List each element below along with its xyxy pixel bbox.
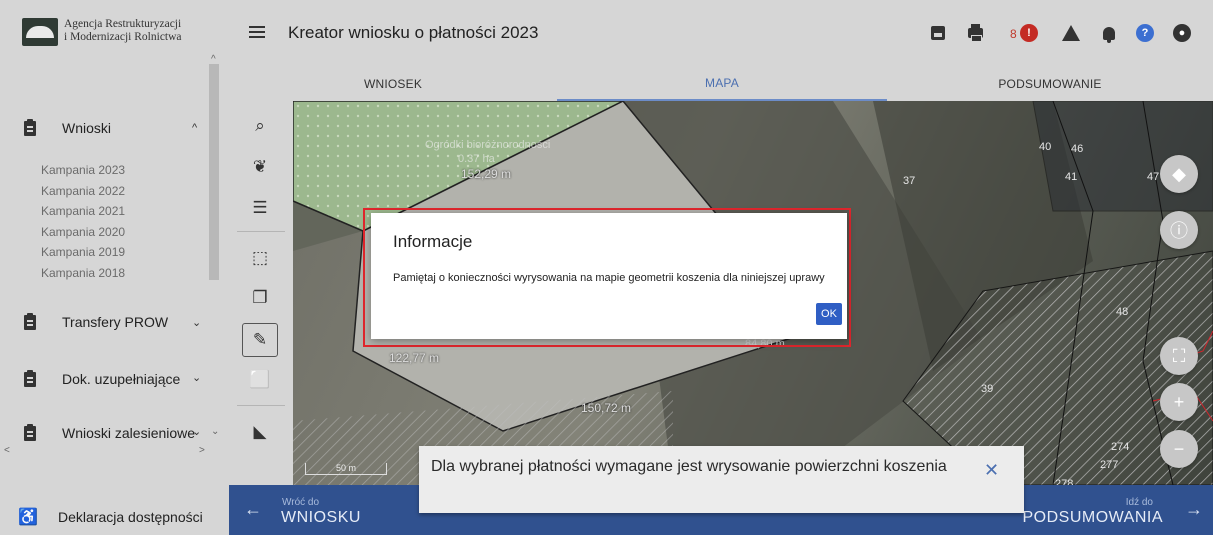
layers-icon[interactable]: ◆	[1160, 155, 1198, 193]
chevron-down-icon[interactable]: ⌄	[192, 371, 201, 384]
tab-mapa[interactable]: MAPA	[557, 67, 887, 101]
crop-icon[interactable]: ❦	[242, 150, 278, 184]
error-count[interactable]: 8	[1010, 27, 1017, 41]
campaign-item[interactable]: Kampania 2023	[41, 160, 125, 181]
sidebar: Agencja Restrukturyzacji i Modernizacji …	[0, 0, 229, 535]
search-icon[interactable]: ⌕	[242, 109, 278, 143]
next-to-podsumowanie-button[interactable]: PODSUMOWANIA	[1022, 509, 1163, 527]
tab-bar: WNIOSEK MAPA PODSUMOWANIE	[229, 67, 1213, 101]
org-name: Agencja Restrukturyzacji i Modernizacji …	[64, 18, 182, 43]
scrollbar-thumb[interactable]	[209, 64, 219, 280]
help-icon[interactable]: ?	[1136, 24, 1154, 42]
select-area-icon[interactable]: ⬚	[242, 241, 278, 275]
zoom-in-icon[interactable]: +	[1160, 383, 1198, 421]
draw-pencil-icon[interactable]: ✎	[242, 323, 278, 357]
copy-shape-icon[interactable]: ❐	[242, 281, 278, 315]
save-icon[interactable]	[929, 24, 947, 42]
segment-length: 122,77 m	[389, 351, 440, 365]
field-label: Ogródki bioróżnorodności	[425, 139, 551, 151]
sidebar-item-zalesieniowe[interactable]: Wnioski zalesieniowe	[24, 423, 195, 441]
map-scale-bar: 50 m	[305, 463, 387, 475]
info-icon[interactable]: ⓘ	[1160, 211, 1198, 249]
chevron-up-icon[interactable]: ^	[192, 122, 197, 134]
list-icon[interactable]: ☰	[242, 191, 278, 225]
field-area: 0.37 ha	[458, 153, 495, 165]
parcel-number: 47	[1147, 171, 1160, 183]
campaign-item[interactable]: Kampania 2022	[41, 181, 125, 202]
campaign-item[interactable]: Kampania 2019	[41, 242, 125, 263]
fullscreen-icon[interactable]: ⛶	[1160, 337, 1198, 375]
warning-icon[interactable]	[1062, 24, 1080, 42]
segment-length: 152,29 m	[461, 167, 512, 181]
toolbar-divider	[237, 405, 285, 406]
page-title: Kreator wniosku o płatności 2023	[288, 23, 539, 42]
sidebar-item-deklaracja[interactable]: ♿ Deklaracja dostępności	[18, 507, 203, 527]
arrow-left-icon[interactable]: ←	[244, 499, 262, 520]
parcel-number: 40	[1039, 141, 1052, 153]
parcel-number: 46	[1071, 143, 1084, 155]
clipboard-icon	[24, 312, 36, 330]
back-to-wniosek-button[interactable]: WNIOSKU	[281, 509, 361, 527]
parcel-number: 278	[1055, 478, 1074, 485]
hamburger-menu-icon[interactable]	[249, 26, 265, 38]
clipboard-icon	[24, 118, 36, 136]
arimr-logo-icon	[22, 18, 58, 46]
accessibility-icon: ♿	[18, 509, 38, 526]
parcel-number: 277	[1100, 459, 1119, 471]
next-caption: Idź do	[1125, 497, 1153, 508]
back-caption: Wróć do	[282, 497, 320, 508]
info-dialog: Informacje Pamiętaj o konieczności wyrys…	[371, 213, 847, 339]
campaign-item[interactable]: Kampania 2018	[41, 263, 125, 284]
close-icon[interactable]: ✕	[984, 460, 999, 481]
sidebar-scrollbar[interactable]	[209, 64, 221, 444]
snackbar-message: Dla wybranej płatności wymagane jest wry…	[431, 458, 947, 475]
print-icon[interactable]	[966, 24, 984, 42]
sidebar-horizontal-scrollbar[interactable]: < >	[0, 445, 209, 459]
parcel-number: 48	[1116, 306, 1129, 318]
tab-podsumowanie[interactable]: PODSUMOWANIE	[887, 67, 1213, 101]
notification-snackbar: Dla wybranej płatności wymagane jest wry…	[419, 446, 1024, 513]
sidebar-item-transfery[interactable]: Transfery PROW	[24, 312, 168, 330]
error-icon[interactable]: !	[1020, 24, 1038, 42]
ok-button[interactable]: OK	[816, 303, 842, 325]
arrow-right-icon[interactable]: →	[1185, 499, 1203, 520]
map-toolbar: ⌕ ❦ ☰ ⬚ ❐ ✎ ⬜ ◣	[229, 101, 293, 485]
campaign-item[interactable]: Kampania 2020	[41, 222, 125, 243]
bell-icon[interactable]	[1100, 24, 1118, 43]
dialog-title: Informacje	[393, 232, 473, 251]
tab-wniosek[interactable]: WNIOSEK	[229, 67, 557, 101]
sidebar-item-dok[interactable]: Dok. uzupełniające	[24, 369, 180, 387]
campaign-item[interactable]: Kampania 2021	[41, 201, 125, 222]
measure-icon[interactable]: ◣	[242, 415, 278, 449]
parcel-number: 39	[981, 383, 994, 395]
sidebar-item-wnioski[interactable]: Wnioski	[24, 118, 111, 136]
campaign-list: Kampania 2023 Kampania 2022 Kampania 202…	[41, 160, 125, 283]
arimr-logo[interactable]: Agencja Restrukturyzacji i Modernizacji …	[22, 18, 182, 46]
toolbar-divider	[237, 231, 285, 232]
parcel-number: 41	[1065, 171, 1078, 183]
segment-length: 150,72 m	[581, 401, 632, 415]
zoom-out-icon[interactable]: −	[1160, 430, 1198, 468]
scroll-left-arrow-icon[interactable]: <	[4, 445, 10, 456]
clipboard-icon	[24, 423, 36, 441]
scroll-down-arrow-icon[interactable]: ⌄	[211, 426, 219, 437]
parcel-number: 274	[1111, 441, 1130, 453]
rectangle-select-icon[interactable]: ⬜	[242, 363, 278, 397]
scroll-right-arrow-icon[interactable]: >	[199, 445, 205, 456]
chevron-down-icon[interactable]: ⌄	[192, 425, 201, 438]
dialog-message: Pamiętaj o konieczności wyrysowania na m…	[393, 272, 825, 284]
parcel-number: 37	[903, 175, 916, 187]
account-icon[interactable]: ●	[1173, 24, 1191, 42]
chevron-down-icon[interactable]: ⌄	[192, 316, 201, 329]
clipboard-icon	[24, 369, 36, 387]
